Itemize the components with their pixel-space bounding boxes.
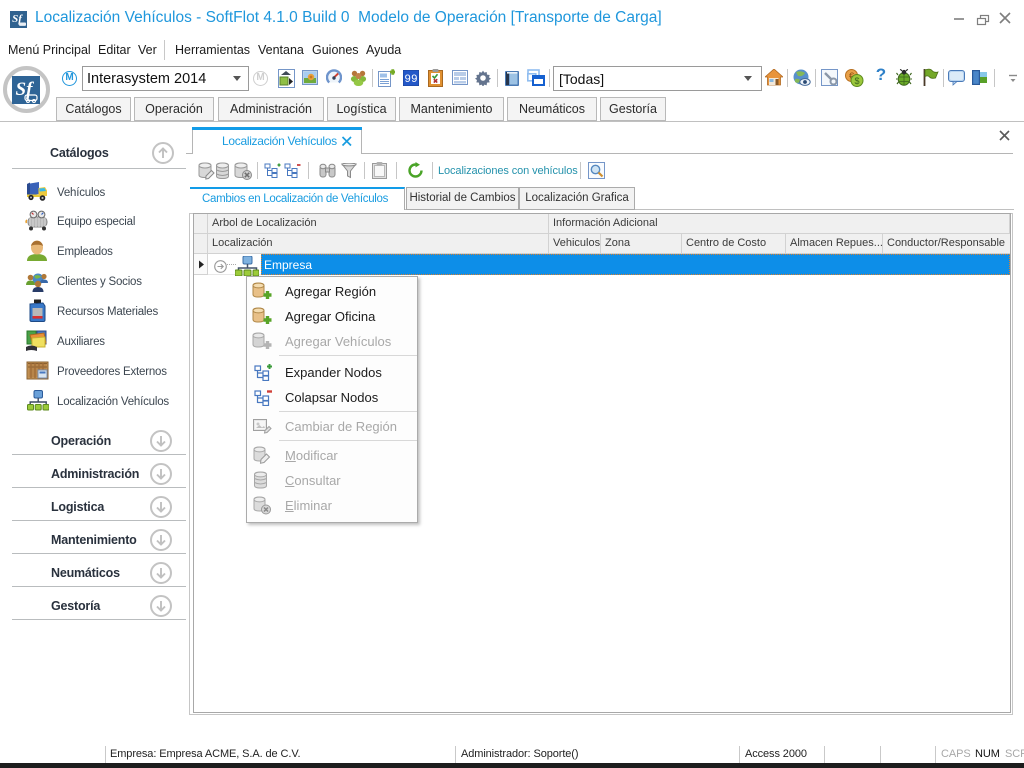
svg-text:99: 99 [404,74,417,86]
svg-text:$: $ [854,76,859,86]
